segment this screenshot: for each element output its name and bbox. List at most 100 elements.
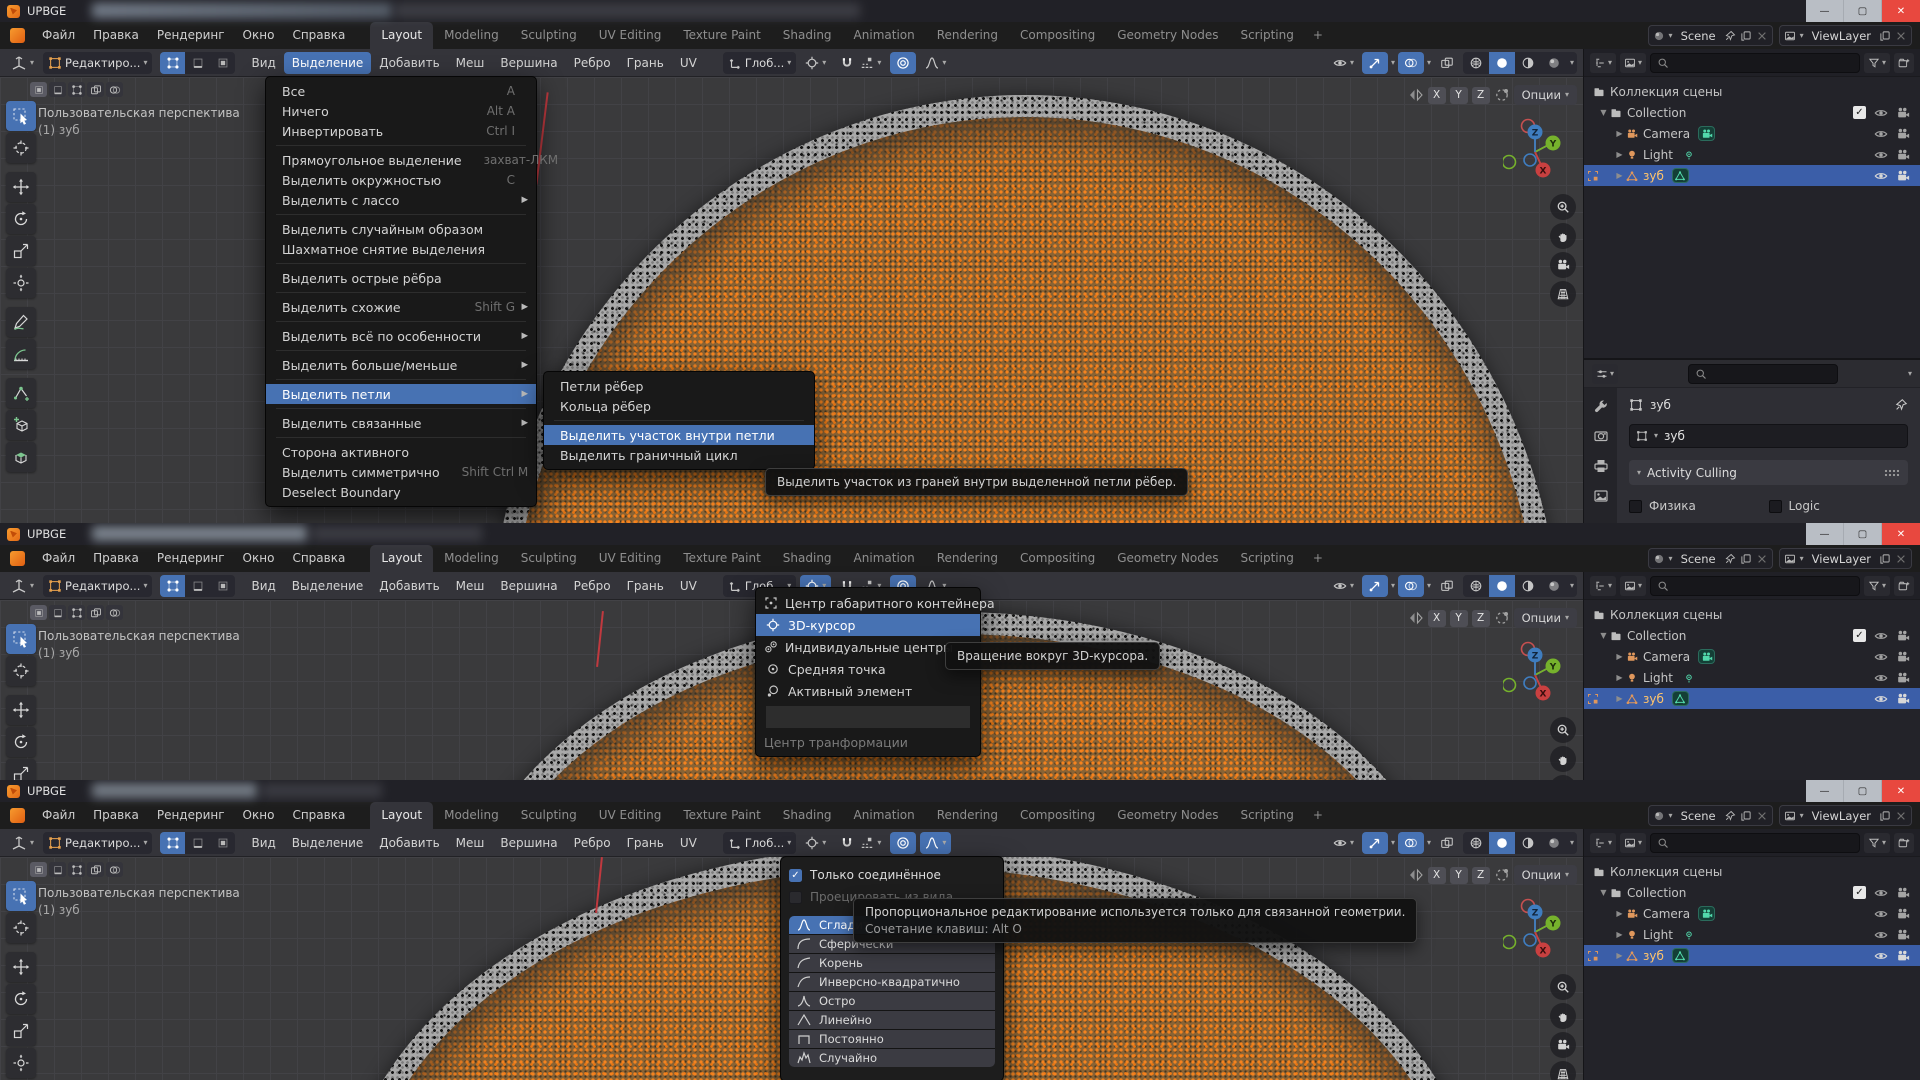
tab-shading[interactable]: Shading xyxy=(772,545,843,572)
select-intersect-option[interactable] xyxy=(106,605,123,620)
hide-eye-icon[interactable] xyxy=(1874,106,1888,120)
show-object-types-button[interactable]: ▾ xyxy=(1328,832,1359,854)
select-invert-option[interactable] xyxy=(87,82,104,97)
menu-edge[interactable]: Ребро xyxy=(566,575,619,597)
gizmos-toggle[interactable] xyxy=(1362,52,1388,74)
expand-icon[interactable]: ▼ xyxy=(1598,888,1609,897)
expand-icon[interactable]: ▶ xyxy=(1614,171,1625,180)
light-data-icon[interactable] xyxy=(1681,927,1698,942)
pan-hand-icon[interactable] xyxy=(1550,223,1576,249)
collection-checkbox[interactable]: ✓ xyxy=(1853,886,1866,899)
tab-uv-editing[interactable]: UV Editing xyxy=(588,802,673,829)
tab-animation[interactable]: Animation xyxy=(843,802,926,829)
menu-file[interactable]: Файл xyxy=(33,802,84,829)
menu-view[interactable]: Вид xyxy=(243,575,283,597)
outliner-search-input[interactable] xyxy=(1650,53,1860,73)
menu-view[interactable]: Вид xyxy=(243,52,283,74)
tab-uv-editing[interactable]: UV Editing xyxy=(588,545,673,572)
menu-render[interactable]: Рендеринг xyxy=(148,802,234,829)
menu-window[interactable]: Окно xyxy=(234,802,284,829)
checker-deselect[interactable]: Шахматное снятие выделения ▶ xyxy=(266,239,536,259)
camera-row[interactable]: ▶ Camera xyxy=(1584,123,1920,144)
expand-icon[interactable]: ▼ xyxy=(1598,631,1609,640)
edge-loops[interactable]: Петли рёбер ▶ xyxy=(544,376,814,396)
camera-view-icon[interactable] xyxy=(1550,1032,1576,1058)
menu-uv[interactable]: UV xyxy=(672,832,705,854)
hide-eye-icon[interactable] xyxy=(1874,629,1888,643)
material-shading-button[interactable] xyxy=(1515,832,1541,854)
menu-edit[interactable]: Правка xyxy=(84,22,148,49)
editor-type-button[interactable]: ▾ xyxy=(6,575,39,597)
remove-viewlayer-icon[interactable] xyxy=(1895,810,1907,822)
tab-animation[interactable]: Animation xyxy=(843,545,926,572)
close-button[interactable]: ✕ xyxy=(1882,523,1920,545)
measure-tool[interactable] xyxy=(6,339,36,369)
options-dropdown[interactable]: Опции▾ xyxy=(1514,865,1577,885)
collection-checkbox[interactable]: ✓ xyxy=(1853,629,1866,642)
falloff-constant[interactable]: Постоянно xyxy=(789,1030,995,1048)
tweak-select-tool[interactable] xyxy=(6,881,36,911)
menu-edit[interactable]: Правка xyxy=(84,802,148,829)
hide-eye-icon[interactable] xyxy=(1874,886,1888,900)
new-collection-icon[interactable] xyxy=(1894,53,1914,73)
editor-type-button[interactable]: ▾ xyxy=(6,832,39,854)
wireframe-shading-button[interactable] xyxy=(1463,832,1489,854)
properties-editor-type[interactable]: ▾ xyxy=(1592,364,1618,384)
tab-scripting[interactable]: Scripting xyxy=(1229,22,1304,49)
camera-data-icon[interactable] xyxy=(1698,906,1715,921)
expand-icon[interactable]: ▶ xyxy=(1614,694,1625,703)
expand-icon[interactable]: ▶ xyxy=(1614,673,1625,682)
xray-toggle[interactable] xyxy=(1434,52,1460,74)
select-linked[interactable]: Выделить связанные ▶ xyxy=(266,413,536,433)
disable-render-icon[interactable] xyxy=(1896,106,1910,120)
menu-mesh[interactable]: Меш xyxy=(448,575,493,597)
falloff-linear[interactable]: Линейно xyxy=(789,1011,995,1029)
disable-render-icon[interactable] xyxy=(1896,148,1910,162)
mirror-icon[interactable] xyxy=(1408,87,1424,103)
wireframe-shading-button[interactable] xyxy=(1463,575,1489,597)
scene-selector[interactable]: ▾ Scene xyxy=(1648,25,1773,46)
light-data-icon[interactable] xyxy=(1681,147,1698,162)
select-set-option[interactable] xyxy=(30,605,47,620)
tab-layout[interactable]: Layout xyxy=(370,802,433,829)
active-object-row[interactable]: ▶ зуб xyxy=(1584,945,1920,966)
edge-rings[interactable]: Кольца рёбер ▶ xyxy=(544,396,814,416)
tab-sculpting[interactable]: Sculpting xyxy=(510,22,588,49)
expand-icon[interactable]: ▶ xyxy=(1614,652,1625,661)
minimize-button[interactable]: — xyxy=(1806,780,1844,802)
menu-file[interactable]: Файл xyxy=(33,22,84,49)
expand-icon[interactable]: ▶ xyxy=(1614,951,1625,960)
zoom-icon[interactable] xyxy=(1550,717,1576,743)
box-select[interactable]: Прямоугольное выделение захват-ЛКМ ▶ xyxy=(266,150,536,170)
select-intersect-option[interactable] xyxy=(106,82,123,97)
solid-shading-button[interactable] xyxy=(1489,575,1515,597)
menu-view[interactable]: Вид xyxy=(243,832,283,854)
move-tool[interactable] xyxy=(6,952,36,982)
new-viewlayer-icon[interactable] xyxy=(1879,810,1891,822)
zoom-icon[interactable] xyxy=(1550,974,1576,1000)
options-dropdown[interactable]: Опции▾ xyxy=(1514,608,1577,628)
properties-options[interactable]: ▾ xyxy=(1908,370,1912,378)
select-subtract-option[interactable] xyxy=(68,605,85,620)
properties-search-input[interactable] xyxy=(1688,364,1838,384)
menu-mesh[interactable]: Меш xyxy=(448,52,493,74)
snap-toggle[interactable] xyxy=(835,52,855,74)
logic-checkbox[interactable]: Logic xyxy=(1769,499,1909,513)
menu-help[interactable]: Справка xyxy=(283,545,354,572)
filter-icon[interactable]: ▾ xyxy=(1864,833,1890,853)
menu-uv[interactable]: UV xyxy=(672,575,705,597)
outliner-filter-mode[interactable]: ▾ xyxy=(1620,576,1646,596)
tab-compositing[interactable]: Compositing xyxy=(1009,22,1106,49)
active-object-row[interactable]: ▶ зуб xyxy=(1584,165,1920,186)
material-shading-button[interactable] xyxy=(1515,52,1541,74)
camera-view-icon[interactable] xyxy=(1550,252,1576,278)
menu-uv[interactable]: UV xyxy=(672,52,705,74)
select-sharp-edges[interactable]: Выделить острые рёбра ▶ xyxy=(266,268,536,288)
vertex-select-mode-button[interactable] xyxy=(160,52,185,74)
tab-compositing[interactable]: Compositing xyxy=(1009,545,1106,572)
tab-sculpting[interactable]: Sculpting xyxy=(510,545,588,572)
title-bar[interactable]: UPBGE — ▢ ✕ xyxy=(0,780,1920,802)
tool-tab-icon[interactable] xyxy=(1593,398,1609,414)
editor-type-button[interactable]: ▾ xyxy=(6,52,39,74)
blender-logo-icon[interactable] xyxy=(10,551,25,566)
